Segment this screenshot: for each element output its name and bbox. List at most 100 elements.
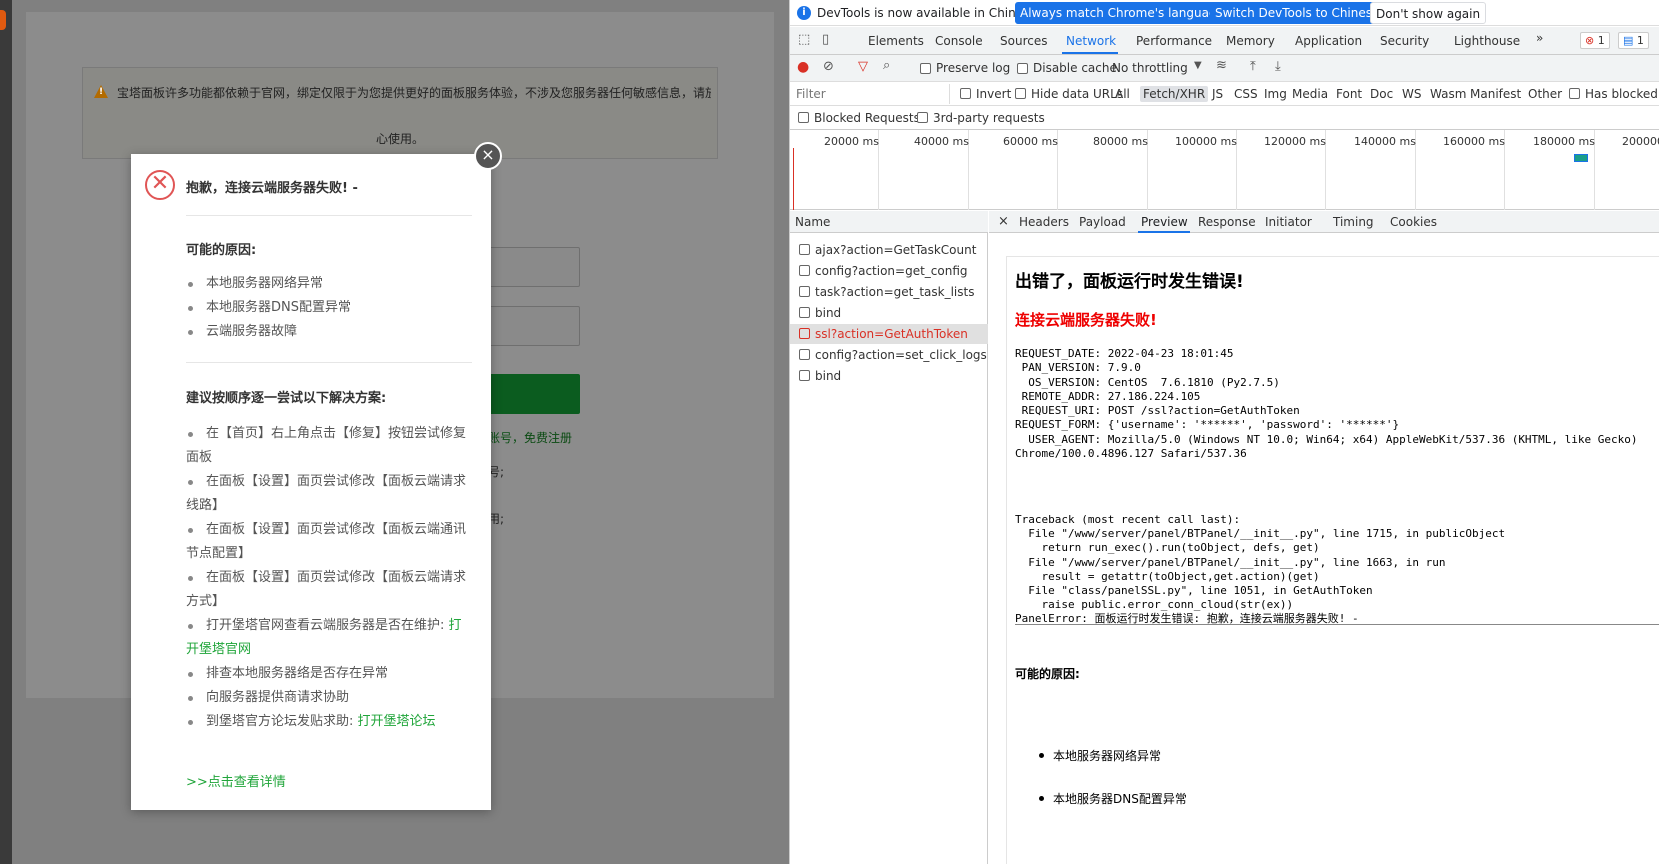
reason-item: 本地服务器网络异常 [186, 272, 466, 296]
request-row[interactable]: task?action=get_task_lists [790, 282, 988, 302]
tab-payload[interactable]: Payload [1079, 215, 1126, 229]
import-har-icon[interactable]: ⤒ [1250, 59, 1256, 74]
devtools-panel: i DevTools is now available in Chinese! … [789, 0, 1659, 864]
tab-security[interactable]: Security [1380, 34, 1429, 48]
disable-cache-checkbox[interactable] [1017, 63, 1028, 74]
divider [186, 215, 472, 216]
message-count-badge[interactable]: ▤ 1 [1618, 32, 1649, 49]
error-count: 1 [1597, 34, 1605, 47]
chevron-down-icon[interactable]: ▼ [1194, 60, 1202, 71]
filter-type-font[interactable]: Font [1336, 87, 1362, 101]
bind-notice: 宝塔面板许多功能都依赖于官网，绑定仅限于为您提供更好的面板服务体验，不涉及您服务… [82, 67, 718, 159]
request-row-selected[interactable]: ssl?action=GetAuthToken [790, 324, 988, 344]
disable-cache-label: Disable cache [1033, 61, 1117, 75]
dismiss-infobar-button[interactable]: Don't show again [1370, 2, 1487, 24]
reason-item: 本地服务器DNS配置异常 [186, 296, 466, 320]
close-icon[interactable]: × [998, 214, 1009, 229]
tab-headers[interactable]: Headers [1019, 215, 1069, 229]
request-icon [799, 265, 810, 276]
browser-left-edge [0, 0, 12, 864]
preserve-log-checkbox[interactable] [920, 63, 931, 74]
switch-language-button[interactable]: Switch DevTools to Chinese [1210, 2, 1385, 24]
filter-type-doc[interactable]: Doc [1370, 87, 1393, 101]
filter-type-manifest[interactable]: Manifest [1470, 87, 1521, 101]
match-language-button[interactable]: Always match Chrome's language [1015, 2, 1229, 24]
close-icon[interactable]: × [474, 142, 502, 170]
solution-item: 在面板【设置】面页尝试修改【面板云端请求线路】 [186, 470, 466, 518]
name-column-header[interactable]: Name [790, 211, 988, 233]
filter-bar-2: Blocked Requests 3rd-party requests [790, 106, 1659, 130]
hide-data-urls-checkbox[interactable] [1015, 88, 1026, 99]
forum-link[interactable]: 打开堡塔论坛 [358, 714, 436, 729]
preview-reason-item: 本地服务器网络异常 [1038, 749, 1162, 763]
filter-type-js[interactable]: JS [1212, 87, 1223, 101]
timeline-label: 160000 ms [1443, 135, 1505, 148]
request-icon [799, 349, 810, 360]
request-row[interactable]: bind [790, 303, 988, 323]
error-count-badge[interactable]: ⊗ 1 [1580, 32, 1610, 49]
request-name: bind [815, 369, 842, 383]
timeline-label: 60000 ms [1003, 135, 1058, 148]
tab-memory[interactable]: Memory [1226, 34, 1275, 48]
network-conditions-icon[interactable]: ≋ [1216, 58, 1227, 73]
tab-initiator[interactable]: Initiator [1265, 215, 1312, 229]
filter-input[interactable] [790, 84, 950, 104]
view-details-link[interactable]: >>点击查看详情 [186, 771, 286, 790]
response-preview: 出错了，面板运行时发生错误! 连接云端服务器失败! REQUEST_DATE: … [989, 233, 1659, 864]
tab-sources[interactable]: Sources [1000, 34, 1047, 48]
active-tab-indicator [1062, 52, 1118, 54]
search-icon[interactable]: ⌕ [883, 58, 890, 73]
timeline-label: 20000 ms [824, 135, 879, 148]
tab-console[interactable]: Console [935, 34, 983, 48]
tab-timing[interactable]: Timing [1333, 215, 1374, 229]
invert-checkbox[interactable] [960, 88, 971, 99]
request-row[interactable]: config?action=get_config [790, 261, 988, 281]
tab-application[interactable]: Application [1295, 34, 1362, 48]
tab-preview[interactable]: Preview [1141, 215, 1188, 229]
message-icon: ▤ [1623, 34, 1634, 47]
filter-type-other[interactable]: Other [1528, 87, 1562, 101]
more-tabs-icon[interactable]: » [1536, 31, 1543, 45]
filter-type-media[interactable]: Media [1292, 87, 1328, 101]
throttling-select[interactable]: No throttling [1112, 61, 1188, 75]
device-toolbar-icon[interactable]: ▯ [822, 32, 829, 47]
blocked-requests-checkbox[interactable] [798, 112, 809, 123]
reason-item: 云端服务器故障 [186, 320, 466, 344]
record-icon[interactable]: ● [797, 59, 809, 75]
timeline-label: 140000 ms [1354, 135, 1416, 148]
filter-type-wasm[interactable]: Wasm [1430, 87, 1466, 101]
tab-lighthouse[interactable]: Lighthouse [1454, 34, 1520, 48]
network-overview-timeline[interactable]: 20000 ms 40000 ms 60000 ms 80000 ms 1000… [790, 130, 1659, 210]
filter-type-img[interactable]: Img [1264, 87, 1287, 101]
tab-network[interactable]: Network [1066, 34, 1116, 48]
export-har-icon[interactable]: ⤓ [1275, 59, 1281, 74]
request-icon [799, 370, 810, 381]
filter-type-fetch-xhr[interactable]: Fetch/XHR [1140, 86, 1209, 102]
request-name: config?action=get_config [815, 264, 968, 278]
request-row[interactable]: ajax?action=GetTaskCount [790, 240, 988, 260]
solutions-list: 在【首页】右上角点击【修复】按钮尝试修复面板 在面板【设置】面页尝试修改【面板云… [186, 422, 466, 734]
tab-elements[interactable]: Elements [868, 34, 924, 48]
third-party-checkbox[interactable] [917, 112, 928, 123]
clear-icon[interactable]: ⊘ [823, 59, 834, 74]
register-link[interactable]: 免费注册 [524, 431, 572, 445]
timeline-label: 180000 ms [1533, 135, 1595, 148]
traceback-block: Traceback (most recent call last): File … [1015, 513, 1506, 626]
filter-type-ws[interactable]: WS [1402, 87, 1421, 101]
solution-item: 向服务器提供商请求协助 [186, 686, 466, 710]
request-row[interactable]: config?action=set_click_logs [790, 345, 988, 365]
inspect-element-icon[interactable]: ⬚ [798, 32, 810, 47]
timeline-load-marker [793, 148, 794, 210]
browser-edge-marker [0, 10, 6, 30]
tab-performance[interactable]: Performance [1136, 34, 1212, 48]
has-blocked-cookies-checkbox[interactable] [1569, 88, 1580, 99]
notice-text-line2: 心使用。 [375, 132, 424, 146]
filter-type-css[interactable]: CSS [1234, 87, 1258, 101]
filter-type-all[interactable]: All [1115, 87, 1130, 101]
language-infobar: i DevTools is now available in Chinese! … [790, 0, 1659, 26]
timeline-label: 100000 ms [1175, 135, 1237, 148]
tab-cookies[interactable]: Cookies [1390, 215, 1437, 229]
tab-response[interactable]: Response [1198, 215, 1256, 229]
filter-icon[interactable]: ▽ [858, 59, 868, 74]
request-row[interactable]: bind [790, 366, 988, 386]
